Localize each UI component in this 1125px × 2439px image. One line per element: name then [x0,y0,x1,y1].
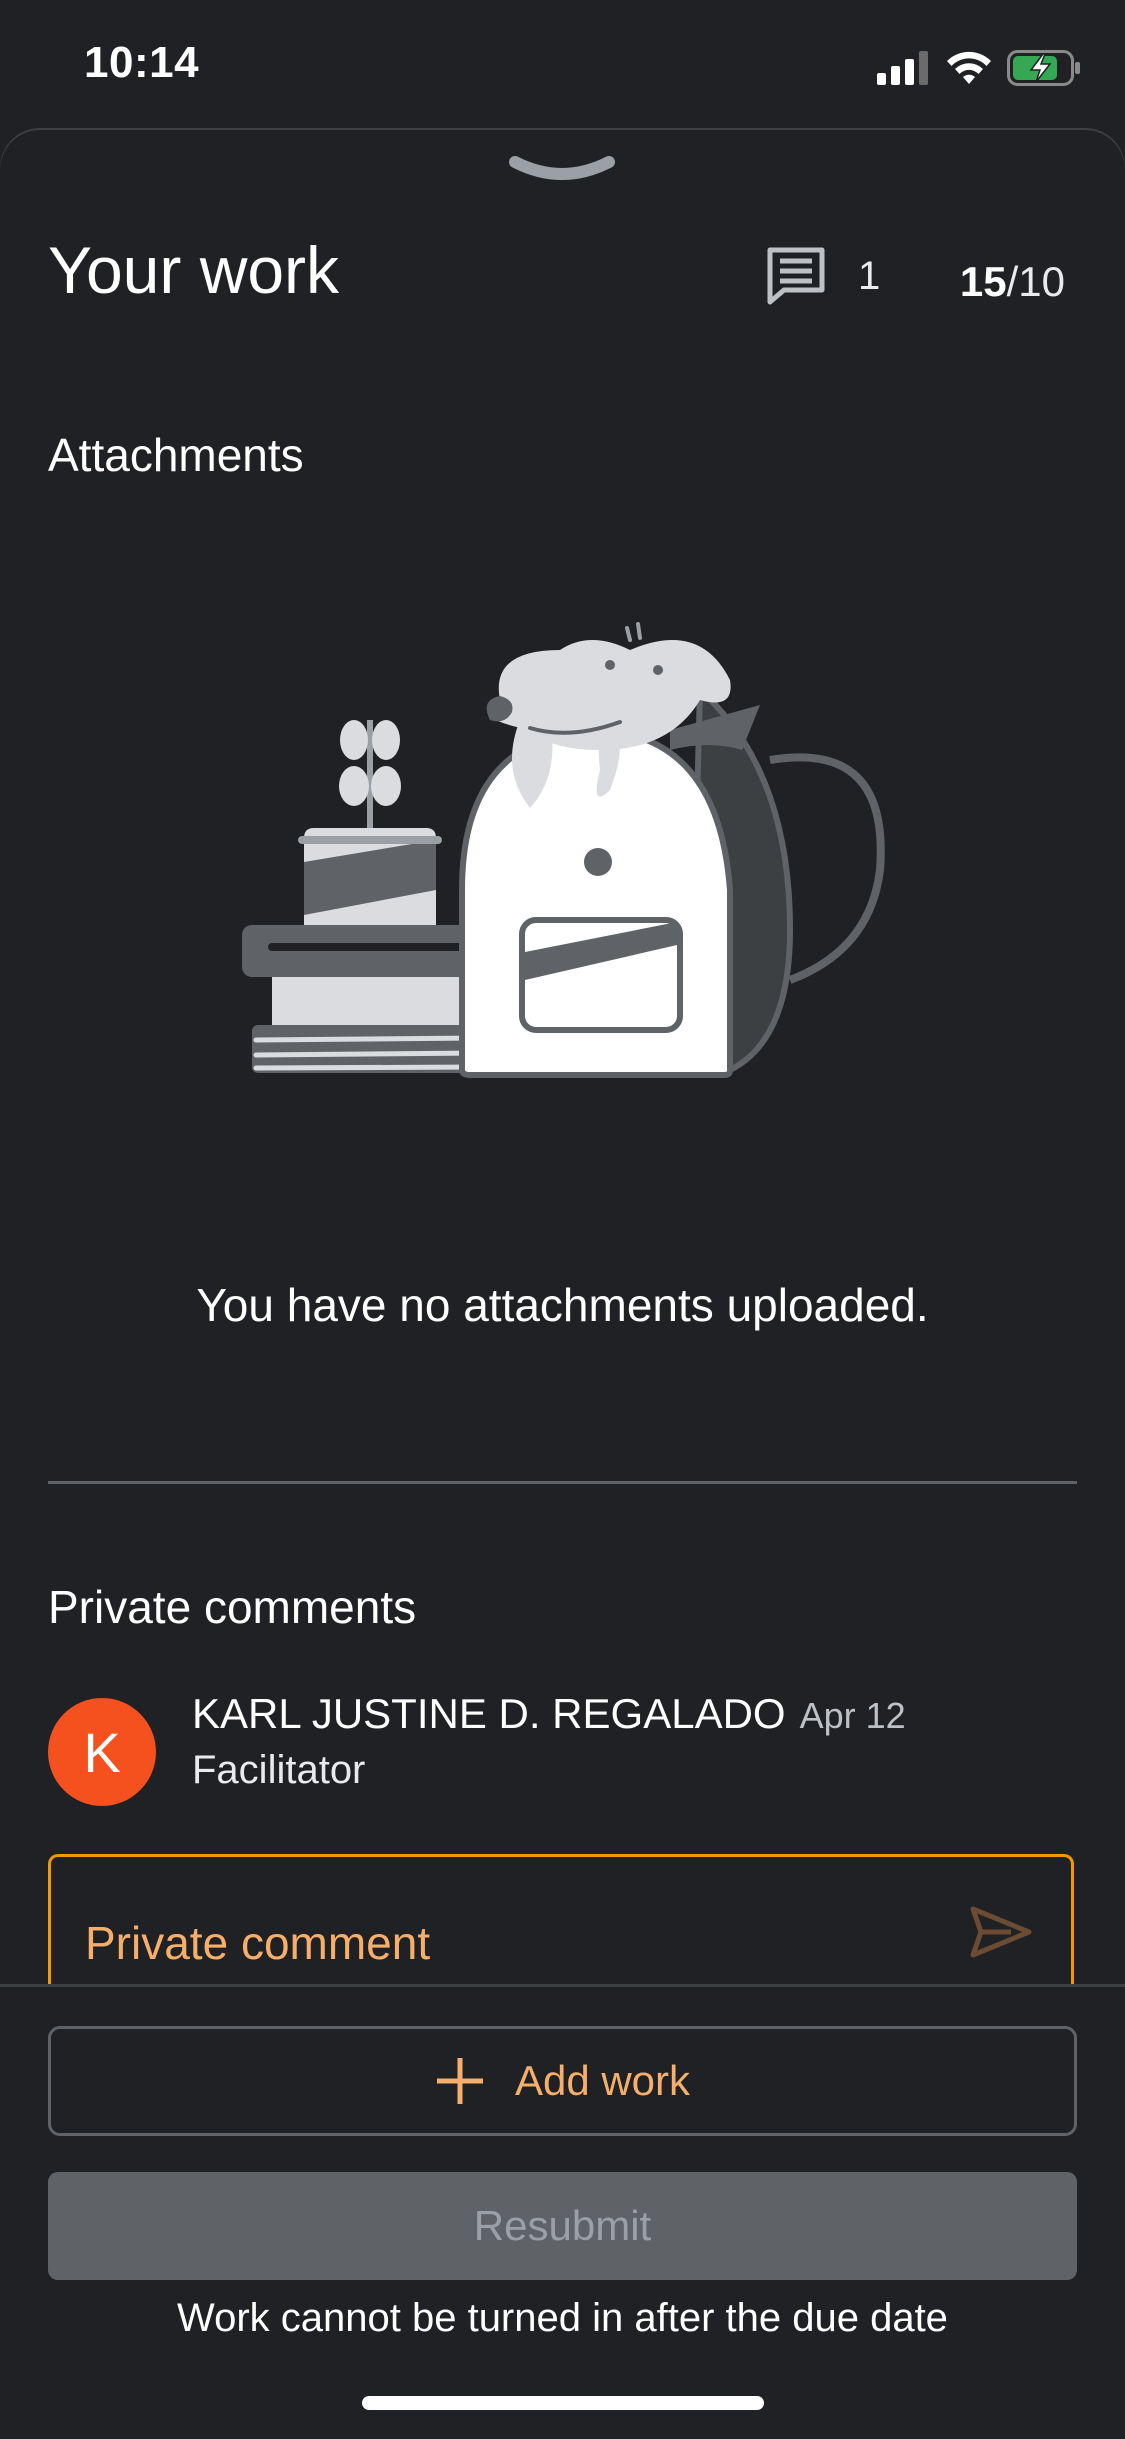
chevron-down-icon [509,156,615,180]
grade: 15/10 [960,258,1065,306]
comment-author: KARL JUSTINE D. REGALADO [192,1690,786,1737]
wifi-icon [947,51,991,84]
comment-date: Apr 12 [799,1695,906,1736]
empty-attachments-illustration [230,600,910,1085]
comment-author-line: KARL JUSTINE D. REGALADO Apr 12 [192,1690,906,1738]
status-icons [877,46,1081,90]
plus-icon [435,2056,485,2106]
page-title: Your work [48,233,340,307]
comment-text: Facilitator [192,1748,366,1792]
resubmit-button[interactable]: Resubmit [48,2172,1077,2280]
comment-count-button[interactable]: 1 [764,246,880,306]
home-indicator[interactable] [362,2396,764,2410]
add-work-button[interactable]: Add work [48,2026,1077,2136]
battery-charging-icon [1007,50,1080,86]
no-attachments-message: You have no attachments uploaded. [196,1279,929,1331]
add-work-label: Add work [514,2057,691,2104]
grade-points: 15 [959,258,1007,305]
sheet-collapse-handle[interactable] [507,152,617,187]
grade-total: /10 [1006,258,1065,305]
section-divider [48,1481,1077,1484]
avatar: K [48,1698,156,1806]
backpack-illustration-icon [242,622,885,1078]
due-date-note: Work cannot be turned in after the due d… [177,2296,948,2340]
comment-count: 1 [858,253,881,298]
send-comment-button[interactable] [969,1905,1033,1964]
attachments-heading: Attachments [48,429,304,481]
private-comment-input[interactable] [83,1915,937,1971]
status-time: 10:14 [84,38,200,87]
comment-icon [767,247,825,305]
signal-icon [877,51,928,85]
private-comment-field[interactable] [48,1854,1074,1984]
send-icon [970,1906,1032,1958]
private-comments-heading: Private comments [48,1581,417,1633]
